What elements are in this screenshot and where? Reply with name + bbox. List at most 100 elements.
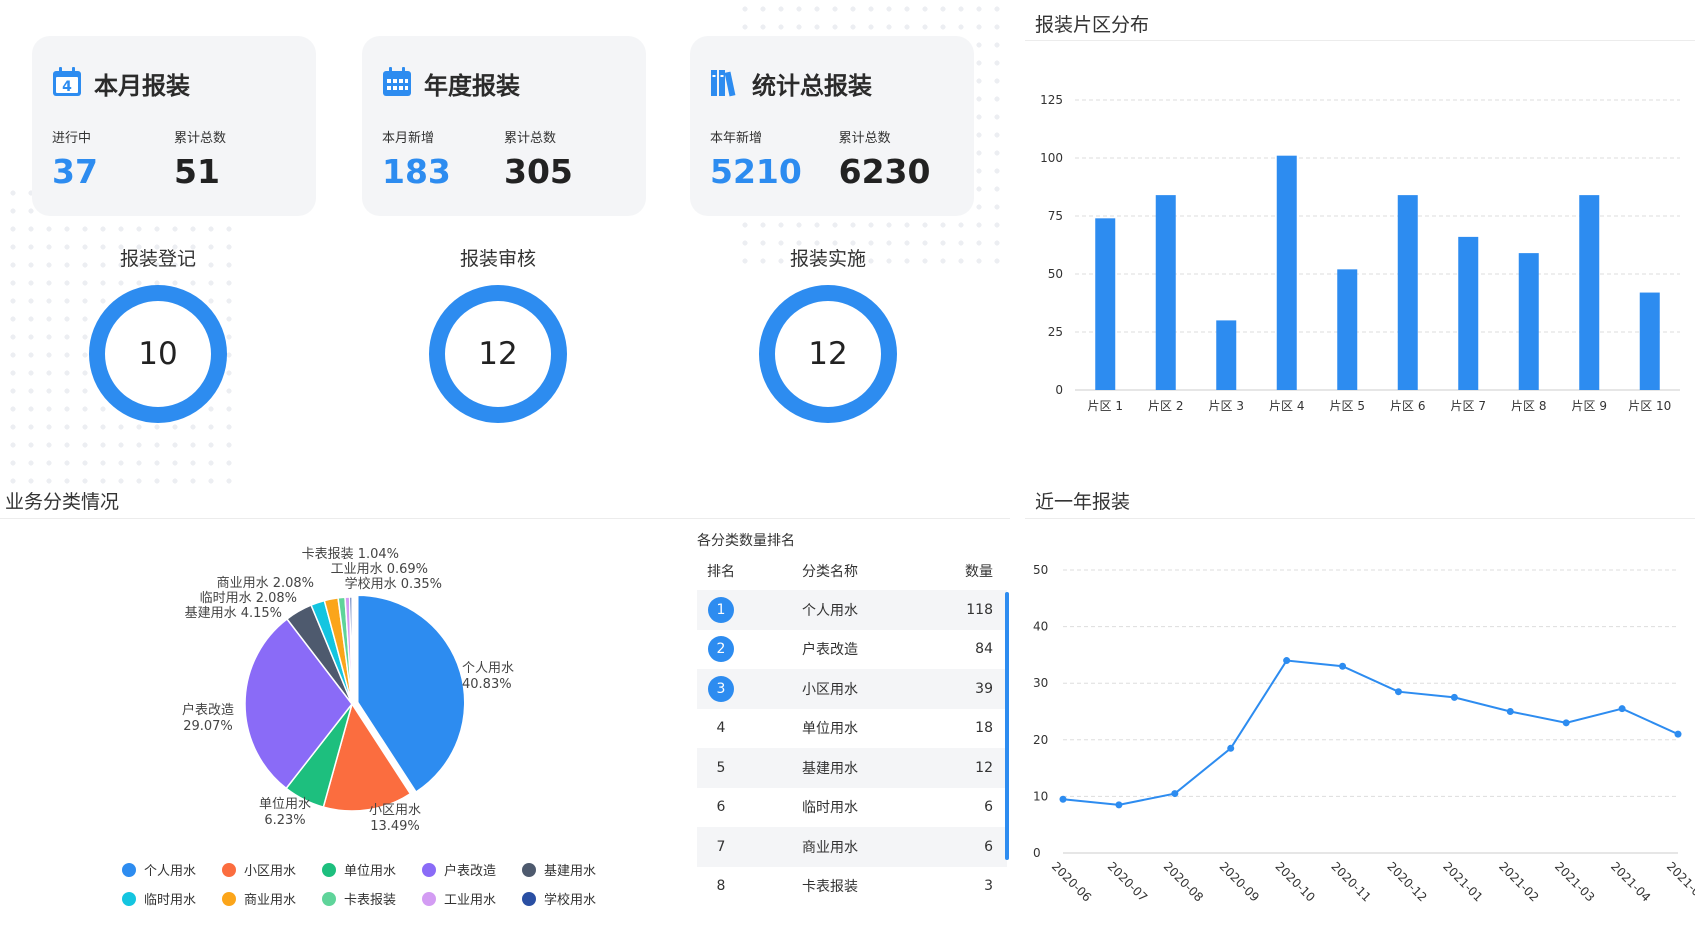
- cell-rank: 8: [716, 878, 726, 895]
- cell-count: 39: [975, 680, 993, 697]
- card-right-value: 305: [504, 152, 573, 191]
- cell-name: 临时用水: [802, 800, 858, 817]
- pie-label-percent: 13.49%: [370, 819, 420, 834]
- bar[interactable]: [1276, 155, 1297, 390]
- bar[interactable]: [1579, 195, 1600, 390]
- data-point[interactable]: [1283, 657, 1291, 665]
- card-right-label: 累计总数: [174, 131, 227, 146]
- x-tick-label: 2020-07: [1105, 859, 1150, 904]
- pie-label: 小区用水 13.49%: [369, 803, 421, 834]
- bar[interactable]: [1397, 195, 1418, 390]
- bar[interactable]: [1458, 236, 1479, 390]
- table-row[interactable]: 3 小区用水 39: [697, 669, 1007, 709]
- legend-label: 卡表报装: [344, 893, 397, 908]
- legend-item[interactable]: 商业用水: [222, 889, 322, 908]
- y-tick-label: 0: [1055, 383, 1063, 397]
- legend-item[interactable]: 卡表报装: [322, 889, 422, 908]
- legend-label: 工业用水: [444, 893, 497, 908]
- ranking-body: 1 个人用水 118 2 户表改造 84 3 小区用水 39 4 单位用水 18 5 基建用水 12 6 临时用…: [697, 590, 1007, 906]
- x-tick-label: 2020-11: [1328, 859, 1373, 904]
- data-point[interactable]: [1227, 744, 1235, 752]
- cell-rank: 1: [697, 596, 745, 623]
- table-row[interactable]: 5 基建用水 12: [697, 748, 1007, 788]
- card-right-label: 累计总数: [838, 131, 891, 146]
- pie-label: 商业用水 2.08%: [217, 576, 314, 591]
- cell-name: 单位用水: [802, 721, 858, 738]
- y-tick-label: 0: [1033, 846, 1041, 860]
- ranking-table: 排名 分类名称 数量 1 个人用水 118 2 户表改造 84 3 小区用水 39 4 单位用水 18…: [697, 552, 1007, 906]
- yearly-line-chart: 010203040502020-06 2020-07 2020-08 2020-09 2…: [1033, 563, 1695, 905]
- data-point[interactable]: [1506, 708, 1514, 715]
- pie-label: 卡表报装 1.04%: [302, 547, 399, 562]
- legend-item[interactable]: 小区用水: [222, 860, 322, 879]
- legend-item[interactable]: 工业用水: [422, 889, 522, 908]
- bar[interactable]: [1337, 269, 1358, 390]
- cell-rank: 3: [697, 675, 745, 702]
- legend-item[interactable]: 户表改造: [422, 860, 522, 879]
- cell-count: 18: [975, 720, 993, 737]
- legend-item[interactable]: 临时用水: [122, 889, 222, 908]
- pie-label: 临时用水 2.08%: [200, 591, 297, 606]
- cell-name: 卡表报装: [802, 879, 858, 896]
- bar[interactable]: [1155, 195, 1176, 390]
- cell-count: 6: [984, 799, 993, 816]
- y-tick-label: 125: [1040, 93, 1063, 107]
- series-line: [1062, 659, 1679, 806]
- data-point[interactable]: [1115, 801, 1123, 809]
- y-tick-label: 50: [1048, 267, 1063, 281]
- legend-item[interactable]: 基建用水: [522, 860, 622, 879]
- bar[interactable]: [1095, 218, 1116, 390]
- calendar-day-number: 4: [62, 79, 72, 95]
- legend-item[interactable]: 单位用水: [322, 860, 422, 879]
- ring-implement: 报装实施 12: [748, 244, 908, 423]
- legend-dot: [222, 891, 236, 906]
- data-point[interactable]: [1339, 662, 1347, 670]
- pie-label-percent: 29.07%: [183, 719, 233, 734]
- table-row[interactable]: 4 单位用水 18: [697, 709, 1007, 749]
- cell-name: 小区用水: [802, 681, 858, 698]
- ring-review: 报装审核 12: [418, 244, 578, 423]
- table-row[interactable]: 8 卡表报装 3: [697, 867, 1007, 907]
- cell-name: 户表改造: [802, 642, 858, 659]
- data-point[interactable]: [1394, 688, 1402, 696]
- cell-name: 基建用水: [802, 760, 858, 777]
- cell-count: 84: [975, 641, 993, 658]
- data-point[interactable]: [1171, 790, 1179, 798]
- x-tick-label: 2020-12: [1384, 859, 1429, 904]
- legend-label: 小区用水: [244, 864, 297, 879]
- x-tick-label: 2021-01: [1440, 859, 1485, 904]
- ring-label: 报装实施: [789, 248, 866, 270]
- header-count: 数量: [965, 564, 993, 580]
- ring-value: 10: [89, 285, 227, 423]
- legend-item[interactable]: 学校用水: [522, 889, 622, 908]
- legend-dot: [222, 862, 236, 877]
- data-point[interactable]: [1562, 719, 1570, 727]
- bar[interactable]: [1639, 292, 1660, 390]
- y-tick-label: 50: [1033, 563, 1048, 577]
- table-row[interactable]: 2 户表改造 84: [697, 630, 1007, 670]
- legend-item[interactable]: 个人用水: [122, 860, 222, 879]
- data-point[interactable]: [1618, 705, 1626, 713]
- table-row[interactable]: 7 商业用水 6: [697, 827, 1007, 867]
- x-tick-label: 片区 4: [1269, 399, 1304, 413]
- card-left-value: 37: [52, 152, 98, 191]
- cell-count: 118: [966, 601, 993, 618]
- pie-label-percent: 6.23%: [264, 813, 305, 828]
- bar[interactable]: [1216, 320, 1237, 390]
- table-row[interactable]: 6 临时用水 6: [697, 788, 1007, 828]
- pie-label: 基建用水 4.15%: [185, 606, 282, 621]
- legend-label: 户表改造: [444, 864, 497, 879]
- ranking-scrollbar[interactable]: [1005, 592, 1009, 860]
- bar[interactable]: [1518, 253, 1539, 390]
- data-point[interactable]: [1674, 730, 1682, 738]
- calendar-grid-icon: [382, 66, 412, 101]
- y-tick-label: 20: [1033, 733, 1048, 747]
- legend-label: 临时用水: [144, 893, 197, 908]
- header-name: 分类名称: [802, 564, 858, 580]
- y-tick-label: 10: [1033, 789, 1048, 803]
- legend-dot: [422, 891, 436, 906]
- table-row[interactable]: 1 个人用水 118: [697, 590, 1007, 630]
- data-point[interactable]: [1450, 693, 1458, 701]
- section-title-yearly: 近一年报装: [1035, 491, 1131, 513]
- data-point[interactable]: [1059, 795, 1067, 803]
